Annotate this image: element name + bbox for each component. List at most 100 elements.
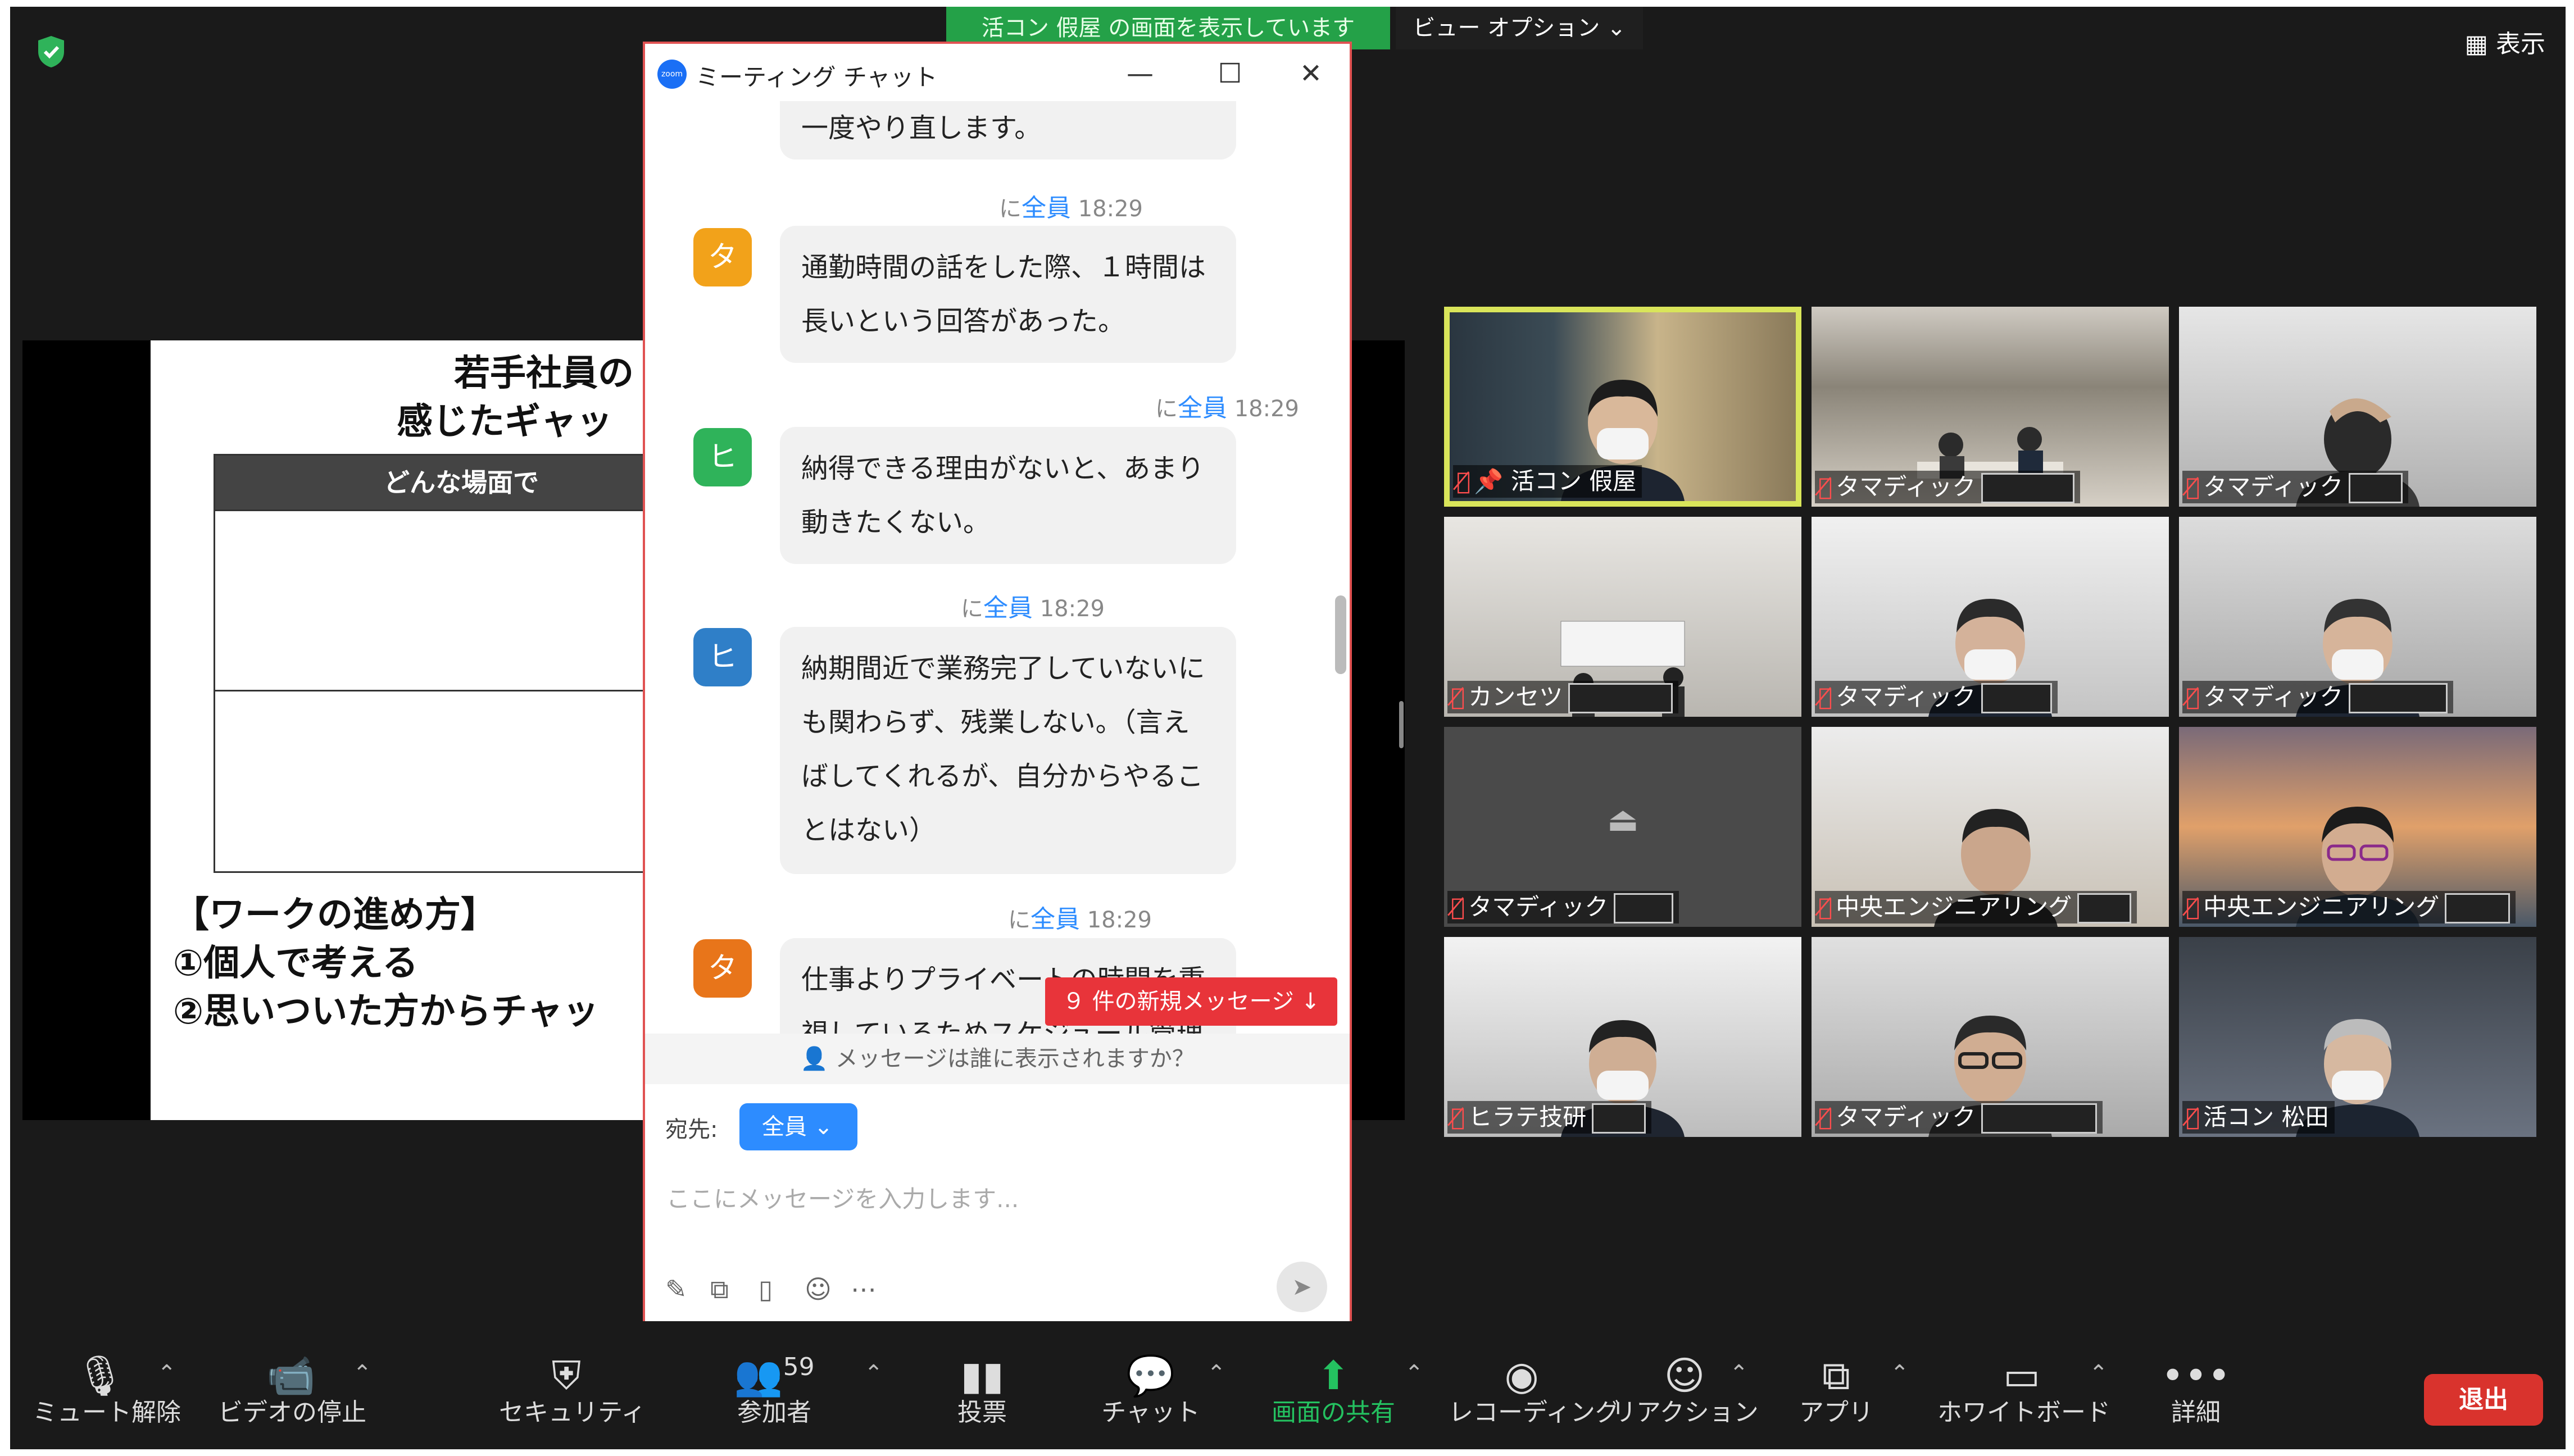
share-label: 画面の共有 [1272, 1398, 1395, 1427]
share-options-caret-icon[interactable]: ⌃ [1405, 1361, 1424, 1386]
whiteboard-options-caret-icon[interactable]: ⌃ [2089, 1361, 2108, 1386]
zoom-meeting-window: 活コン 假屋 の画面を表示しています ビュー オプション ⌄ ▦ 表示 若手社員… [10, 7, 2566, 1449]
record-icon: ◉ [1504, 1353, 1539, 1399]
format-icon[interactable]: ✎ [665, 1274, 687, 1304]
mic-muted-icon: 🎙̸ [1818, 1103, 1833, 1131]
more-options-icon: ••• [2161, 1353, 2231, 1399]
message-recipient: に全員 18:29 [999, 188, 1143, 224]
chat-options-caret-icon[interactable]: ⌃ [1207, 1361, 1226, 1386]
video-gallery: 🎙̸📌 活コン 假屋 🎙̸タマディック 🎙̸タマディック 🎙̸カンセツ [1444, 307, 2545, 1149]
mic-muted-icon: 🎙̸ [1818, 893, 1833, 921]
chat-scroll-thumb[interactable] [1335, 595, 1346, 674]
recipient-name[interactable]: 全員 [1022, 194, 1071, 222]
recipient-name[interactable]: 全員 [983, 594, 1033, 622]
new-messages-button[interactable]: ９ 件の新規メッセージ ↓ [1045, 977, 1337, 1026]
video-tile[interactable]: 🎙̸ カンセツ [1444, 517, 1801, 717]
recipient-dropdown[interactable]: 全員 ⌄ [739, 1103, 857, 1150]
participants-options-caret-icon[interactable]: ⌃ [864, 1361, 883, 1386]
participant-name: カンセツ [1468, 683, 1563, 711]
participant-name-tag: 🎙̸ 📌 活コン 假屋 [1453, 465, 1642, 498]
chat-message-input[interactable] [665, 1173, 1314, 1225]
video-tile[interactable]: 🎙̸ タマディック [1812, 517, 2169, 717]
screenshot-icon[interactable]: ⧉ [710, 1274, 729, 1305]
participants-button[interactable]: 👥59 参加者 [707, 1321, 842, 1449]
redacted-label [1614, 893, 1674, 923]
participant-name: 活コン 松田 [2203, 1103, 2329, 1131]
video-tile[interactable]: 🎙̸ タマディック [2179, 307, 2536, 507]
mic-muted-icon: 🎙̸ [1451, 893, 1465, 921]
mute-button[interactable]: 🎙 ミュート解除 [33, 1321, 181, 1449]
record-button[interactable]: ◉ レコーディング [1449, 1321, 1620, 1449]
mic-muted-icon: 🎙̸ [1451, 1103, 1465, 1131]
mic-muted-icon: 🎙̸ [1451, 683, 1465, 711]
message-recipient: に全員 18:29 [1155, 388, 1299, 424]
view-options-button[interactable]: ビュー オプション ⌄ [1396, 7, 1643, 49]
emoji-icon[interactable]: ☺ [805, 1274, 832, 1304]
recipient-name[interactable]: 全員 [1178, 394, 1227, 422]
chat-button[interactable]: 💬 チャット [1100, 1321, 1201, 1449]
recipient-prefix: に [961, 596, 983, 622]
video-tile[interactable]: 🎙̸ ヒラテ技研 [1444, 937, 1801, 1137]
chat-message-list[interactable]: 一度やり直します。 に全員 18:29 タ 通勤時間の話をした際、１時間は長いと… [645, 101, 1350, 1034]
participant-name-tag: 🎙̸ 中央エンジニアリング [2182, 890, 2516, 923]
security-button[interactable]: ⛨ セキュリティ [499, 1321, 646, 1449]
file-icon[interactable]: ▯ [759, 1274, 773, 1304]
apps-button[interactable]: ⧉ アプリ [1786, 1321, 1887, 1449]
share-screen-button[interactable]: ⬆ 画面の共有 [1263, 1321, 1404, 1449]
apps-options-caret-icon[interactable]: ⌃ [1890, 1361, 1909, 1386]
reactions-options-caret-icon[interactable]: ⌃ [1729, 1361, 1749, 1386]
close-button[interactable]: ✕ [1291, 54, 1331, 93]
stop-video-button[interactable]: 📹 ビデオの停止 [218, 1321, 366, 1449]
more-button[interactable]: ••• 詳細 [2151, 1321, 2241, 1449]
message-time: 18:29 [1087, 907, 1152, 933]
send-icon[interactable]: ➤ [1277, 1262, 1327, 1312]
redacted-label [2077, 893, 2132, 923]
record-label: レコーディング [1449, 1398, 1620, 1427]
pin-icon: 📌 [1474, 467, 1511, 495]
video-options-caret-icon[interactable]: ⌃ [353, 1361, 372, 1386]
polls-button[interactable]: ▮▮ 投票 [932, 1321, 1033, 1449]
chat-scrollbar[interactable] [1335, 101, 1346, 1034]
split-view-handle[interactable] [1399, 701, 1404, 748]
message-text: 納期間近で業務完了していないにも関わらず、残業しない。（言えばしてくれるが、自分… [801, 653, 1205, 846]
display-button[interactable]: ▦ 表示 [2464, 24, 2545, 60]
video-tile[interactable]: 🎙̸ 中央エンジニアリング [1812, 727, 2169, 927]
recipient-name[interactable]: 全員 [1030, 905, 1080, 934]
shield-icon[interactable] [36, 35, 66, 69]
redacted-label [1981, 683, 2053, 713]
maximize-button[interactable]: ☐ [1210, 54, 1250, 93]
video-tile[interactable]: 🎙̸ 📌 活コン 假屋 [1444, 307, 1801, 507]
video-tile[interactable]: 🎙̸ タマディック [1812, 937, 2169, 1137]
participant-name-tag: 🎙̸ 中央エンジニアリング [1815, 890, 2137, 923]
participant-name: タマディック [1836, 472, 1976, 501]
minimize-button[interactable]: — [1120, 54, 1160, 93]
message-text: 一度やり直します。 [801, 112, 1042, 144]
visibility-text: メッセージは誰に表示されますか？ [835, 1046, 1195, 1072]
whiteboard-label: ホワイトボード [1937, 1398, 2110, 1427]
camera-off-icon: ⏏ [1607, 800, 1639, 839]
redacted-label [2445, 893, 2511, 923]
message-visibility-link[interactable]: 👤 メッセージは誰に表示されますか？ [645, 1034, 1350, 1084]
apps-icon: ⧉ [1822, 1353, 1850, 1399]
video-tile[interactable]: ⏏ 🎙̸ タマディック [1444, 727, 1801, 927]
participant-name-tag: 🎙̸ タマディック [1815, 680, 2058, 713]
more-options-icon[interactable]: ⋯ [851, 1274, 877, 1304]
message-time: 18:29 [1078, 196, 1143, 222]
mute-label: ミュート解除 [33, 1398, 181, 1427]
video-tile[interactable]: 🎙̸ 中央エンジニアリング [2179, 727, 2536, 927]
redacted-label [1981, 473, 2075, 503]
video-tile[interactable]: 🎙̸ タマディック [1812, 307, 2169, 507]
video-camera-icon: 📹 [266, 1353, 316, 1399]
video-tile[interactable]: 🎙̸ 活コン 松田 [2179, 937, 2536, 1137]
chat-window-title: ミーティング チャット [696, 63, 938, 91]
audio-options-caret-icon[interactable]: ⌃ [157, 1361, 176, 1386]
leave-meeting-button[interactable]: 退出 [2424, 1374, 2543, 1426]
participant-name-tag: 🎙̸ カンセツ [1447, 680, 1679, 713]
slide-table-row [215, 690, 656, 870]
participant-name: タマディック [2203, 683, 2344, 711]
microphone-muted-icon: 🎙 [75, 1353, 125, 1399]
video-tile[interactable]: 🎙̸ タマディック [2179, 517, 2536, 717]
slide-steps: 【ワークの進め方】 ①個人で考える ②思いついた方からチャッ [173, 891, 599, 1036]
whiteboard-button[interactable]: ▭ ホワイトボード [1937, 1321, 2110, 1449]
chat-bubble-icon: 💬 [1126, 1353, 1175, 1399]
